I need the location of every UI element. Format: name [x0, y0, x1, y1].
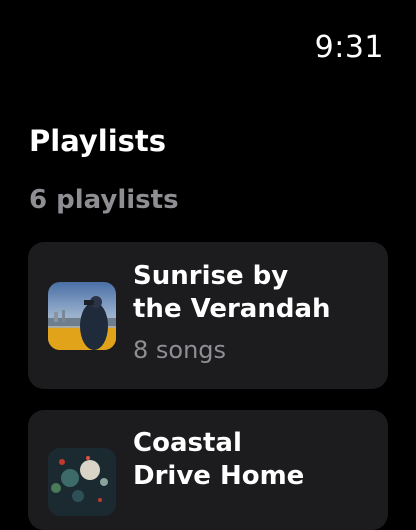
playlist-song-count: 8 songs [133, 336, 227, 364]
playlist-title: Coastal Drive Home [133, 428, 305, 491]
playlist-artwork [48, 448, 116, 516]
page-title: Playlists [29, 124, 167, 158]
artwork-image [48, 448, 116, 516]
playlist-card[interactable]: Sunrise by the Verandah 8 songs [28, 242, 388, 389]
playlist-count: 6 playlists [29, 185, 179, 215]
playlist-card[interactable]: Coastal Drive Home [28, 410, 388, 530]
artwork-image [48, 282, 116, 350]
playlist-artwork [48, 282, 116, 350]
playlist-title: Sunrise by the Verandah [133, 261, 331, 324]
status-time: 9:31 [314, 30, 384, 65]
